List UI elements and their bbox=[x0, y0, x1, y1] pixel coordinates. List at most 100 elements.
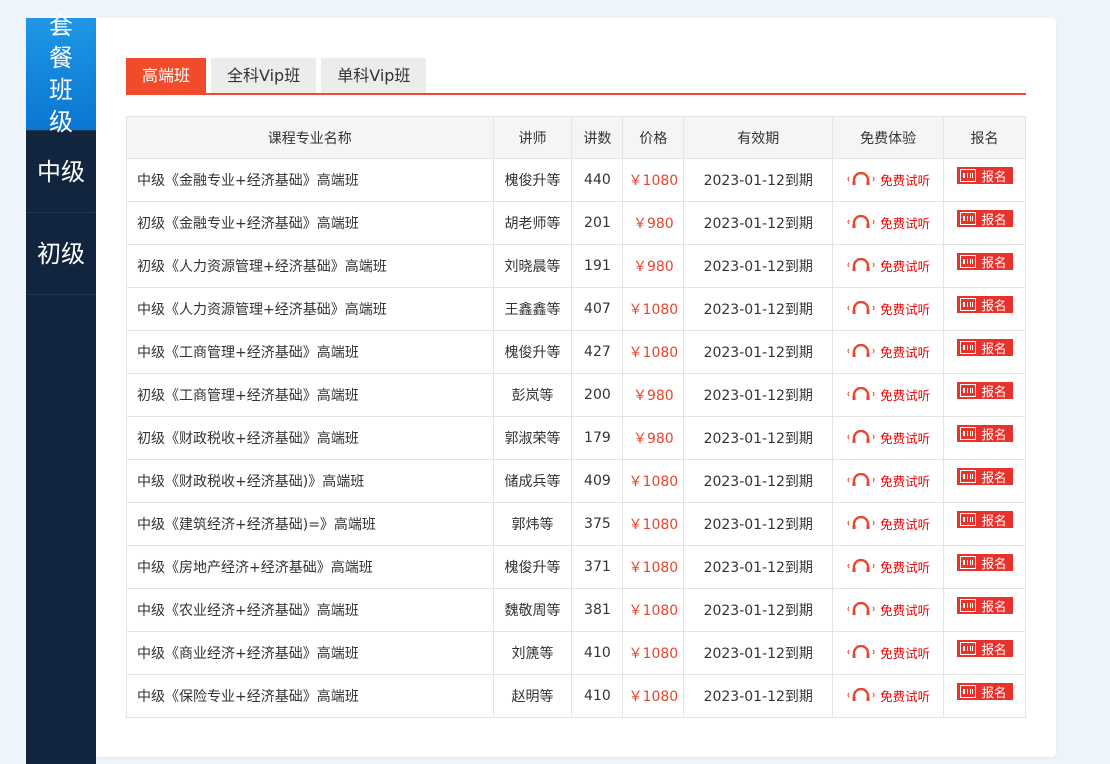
signup-cell: 报名 bbox=[943, 244, 1026, 288]
signup-button[interactable]: 报名 bbox=[956, 295, 1013, 313]
free-trial-button[interactable]: 免费试听 bbox=[846, 514, 930, 533]
header-course-name: 课程专业名称 bbox=[126, 116, 494, 159]
signup-button[interactable]: 报名 bbox=[956, 596, 1013, 614]
free-trial-label: 免费试听 bbox=[880, 430, 931, 446]
teacher: 储成兵等 bbox=[492, 459, 573, 503]
free-trial-button[interactable]: 免费试听 bbox=[846, 643, 930, 662]
headphone-icon bbox=[847, 172, 875, 186]
signup-button[interactable]: 报名 bbox=[956, 424, 1013, 442]
headphone-icon bbox=[847, 473, 875, 487]
free-trial-label: 免费试听 bbox=[880, 602, 931, 618]
price: ￥1080 bbox=[622, 502, 685, 546]
free-trial-label: 免费试听 bbox=[880, 172, 931, 188]
free-trial-label: 免费试听 bbox=[880, 387, 931, 403]
teacher: 槐俊升等 bbox=[492, 330, 573, 374]
table-row: 中级《农业经济+经济基础》高端班 魏敬周等 381 ￥1080 2023-01-12到期… bbox=[126, 588, 1026, 632]
header-lectures: 讲数 bbox=[571, 116, 624, 159]
signup-button[interactable]: 报名 bbox=[956, 338, 1013, 356]
lecture-count: 427 bbox=[571, 330, 624, 374]
free-trial-button[interactable]: 免费试听 bbox=[846, 600, 930, 619]
free-trial-cell: 免费试听 bbox=[832, 330, 945, 374]
course-name: 中级《工商管理+经济基础》高端班 bbox=[126, 330, 494, 374]
expiry-date: 2023-01-12到期 bbox=[683, 459, 834, 503]
sidebar-item-intermediate[interactable]: 中级 bbox=[26, 131, 96, 213]
cart-icon bbox=[959, 297, 976, 311]
signup-button[interactable]: 报名 bbox=[956, 381, 1013, 399]
free-trial-cell: 免费试听 bbox=[832, 158, 945, 202]
headphone-icon bbox=[847, 387, 875, 401]
price: ￥1080 bbox=[622, 545, 685, 589]
signup-label: 报名 bbox=[981, 211, 1007, 227]
cart-icon bbox=[959, 684, 976, 698]
signup-button[interactable]: 报名 bbox=[956, 639, 1013, 657]
headphone-icon bbox=[847, 602, 875, 616]
lecture-count: 409 bbox=[571, 459, 624, 503]
expiry-date: 2023-01-12到期 bbox=[683, 416, 834, 460]
free-trial-button[interactable]: 免费试听 bbox=[846, 213, 930, 232]
free-trial-button[interactable]: 免费试听 bbox=[846, 256, 930, 275]
signup-button[interactable]: 报名 bbox=[956, 166, 1013, 184]
signup-button[interactable]: 报名 bbox=[956, 252, 1013, 270]
free-trial-label: 免费试听 bbox=[880, 344, 931, 360]
signup-cell: 报名 bbox=[943, 330, 1026, 374]
price: ￥980 bbox=[622, 373, 685, 417]
price: ￥1080 bbox=[622, 158, 685, 202]
signup-cell: 报名 bbox=[943, 631, 1026, 675]
signup-button[interactable]: 报名 bbox=[956, 682, 1013, 700]
lecture-count: 440 bbox=[571, 158, 624, 202]
signup-cell: 报名 bbox=[943, 416, 1026, 460]
free-trial-button[interactable]: 免费试听 bbox=[846, 299, 930, 318]
price: ￥980 bbox=[622, 244, 685, 288]
cart-icon bbox=[959, 254, 976, 268]
signup-button[interactable]: 报名 bbox=[956, 510, 1013, 528]
tab-all-subject-vip[interactable]: 全科Vip班 bbox=[211, 58, 317, 93]
signup-label: 报名 bbox=[981, 297, 1007, 313]
free-trial-button[interactable]: 免费试听 bbox=[846, 557, 930, 576]
teacher: 王鑫鑫等 bbox=[492, 287, 573, 331]
table-row: 中级《商业经济+经济基础》高端班 刘篪等 410 ￥1080 2023-01-12到期 免… bbox=[126, 631, 1026, 675]
free-trial-button[interactable]: 免费试听 bbox=[846, 471, 930, 490]
headphone-icon bbox=[847, 688, 875, 702]
free-trial-cell: 免费试听 bbox=[832, 631, 945, 675]
free-trial-button[interactable]: 免费试听 bbox=[846, 342, 930, 361]
tab-single-subject-vip[interactable]: 单科Vip班 bbox=[321, 58, 427, 93]
teacher: 槐俊升等 bbox=[492, 545, 573, 589]
signup-button[interactable]: 报名 bbox=[956, 209, 1013, 227]
signup-button[interactable]: 报名 bbox=[956, 553, 1013, 571]
cart-icon bbox=[959, 383, 976, 397]
free-trial-button[interactable]: 免费试听 bbox=[846, 428, 930, 447]
signup-label: 报名 bbox=[981, 641, 1007, 657]
table-row: 初级《工商管理+经济基础》高端班 彭岚等 200 ￥980 2023-01-12到期 免费… bbox=[126, 373, 1026, 417]
price: ￥1080 bbox=[622, 631, 685, 675]
free-trial-label: 免费试听 bbox=[880, 473, 931, 489]
teacher: 彭岚等 bbox=[492, 373, 573, 417]
free-trial-button[interactable]: 免费试听 bbox=[846, 385, 930, 404]
cart-icon bbox=[959, 211, 976, 225]
free-trial-label: 免费试听 bbox=[880, 301, 931, 317]
free-trial-button[interactable]: 免费试听 bbox=[846, 686, 930, 705]
header-free-trial: 免费体验 bbox=[832, 116, 945, 159]
price: ￥1080 bbox=[622, 588, 685, 632]
signup-cell: 报名 bbox=[943, 201, 1026, 245]
table-row: 中级《人力资源管理+经济基础》高端班 王鑫鑫等 407 ￥1080 2023-01-12… bbox=[126, 287, 1026, 331]
course-name: 中级《财政税收+经济基础)》高端班 bbox=[126, 459, 494, 503]
lecture-count: 371 bbox=[571, 545, 624, 589]
header-teacher: 讲师 bbox=[492, 116, 573, 159]
signup-label: 报名 bbox=[981, 598, 1007, 614]
cart-icon bbox=[959, 168, 976, 182]
table-header-row: 课程专业名称 讲师 讲数 价格 有效期 免费体验 报名 bbox=[126, 116, 1026, 159]
expiry-date: 2023-01-12到期 bbox=[683, 588, 834, 632]
signup-cell: 报名 bbox=[943, 588, 1026, 632]
signup-button[interactable]: 报名 bbox=[956, 467, 1013, 485]
teacher: 赵明等 bbox=[492, 674, 573, 718]
headphone-icon bbox=[847, 645, 875, 659]
sidebar-item-primary[interactable]: 初级 bbox=[26, 213, 96, 295]
expiry-date: 2023-01-12到期 bbox=[683, 674, 834, 718]
signup-cell: 报名 bbox=[943, 287, 1026, 331]
sidebar-item-package-classes[interactable]: 套餐班级 bbox=[26, 12, 96, 136]
course-table: 课程专业名称 讲师 讲数 价格 有效期 免费体验 报名 中级《金融专业+经济基础… bbox=[126, 116, 1026, 718]
tab-premium-class[interactable]: 高端班 bbox=[126, 58, 207, 93]
table-row: 中级《保险专业+经济基础》高端班 赵明等 410 ￥1080 2023-01-12到期 免… bbox=[126, 674, 1026, 718]
free-trial-label: 免费试听 bbox=[880, 516, 931, 532]
free-trial-button[interactable]: 免费试听 bbox=[846, 170, 930, 189]
